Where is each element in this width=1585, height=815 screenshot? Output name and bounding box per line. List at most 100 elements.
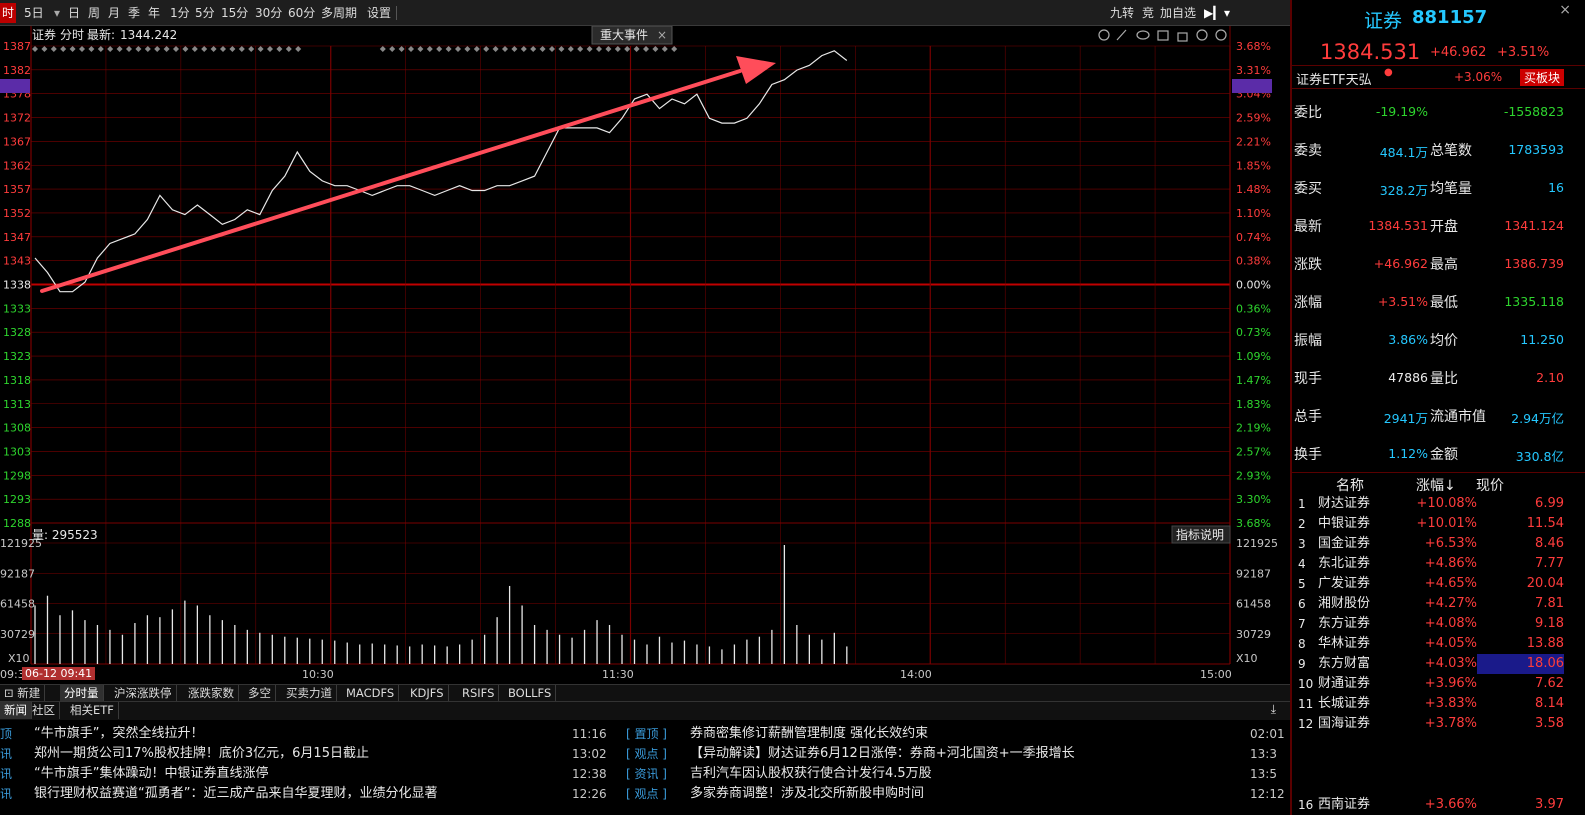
tab-macdfs[interactable]: MACDFS <box>342 685 400 702</box>
tab-related-etf[interactable]: 相关ETF <box>66 702 119 719</box>
volume-tick: 61458 <box>0 598 35 611</box>
intraday-chart[interactable]: 1387138213781372136713621357135213471343… <box>0 26 1290 681</box>
close-icon[interactable]: × <box>1559 2 1571 18</box>
rank-row[interactable]: 7 东方证券 +4.08% 9.18 <box>1292 614 1585 634</box>
tab-buy-sell-power[interactable]: 买卖力道 <box>282 685 337 702</box>
volume-tick: 92187 <box>0 567 35 580</box>
period-1min-button[interactable]: 1分 <box>168 3 192 23</box>
quote-row-value: 2.10 <box>1536 370 1564 385</box>
pct-tick: 3.68% <box>1236 517 1271 530</box>
quote-row-label: 最低 <box>1430 295 1458 311</box>
rank-name: 财达证券 <box>1318 496 1371 511</box>
period-year-button[interactable]: 年 <box>146 3 162 23</box>
rank-price: 20.04 <box>1526 576 1564 591</box>
rank-name: 国海证券 <box>1318 716 1371 731</box>
price-tick: 1298 <box>3 469 31 482</box>
buy-sector-button[interactable]: 买板块 <box>1520 69 1565 86</box>
period-week-button[interactable]: 周 <box>86 3 102 23</box>
price-tick: 1362 <box>3 159 31 172</box>
rank-header-name[interactable]: 名称 <box>1336 475 1364 495</box>
quote-row-value: 1341.124 <box>1504 218 1564 233</box>
pct-tick: 0.74% <box>1236 231 1271 244</box>
tab-rsifs[interactable]: RSIFS <box>458 685 500 702</box>
period-5day-button[interactable]: 5日 <box>22 3 46 23</box>
rank-row[interactable]: 10 财通证券 +3.96% 7.62 <box>1292 674 1585 694</box>
rank-row[interactable]: 3 国金证券 +6.53% 8.46 <box>1292 534 1585 554</box>
rank-row[interactable]: 9 东方财富 +4.03% 18.06 <box>1292 654 1585 674</box>
etf-row: 证券ETF天弘 ● +3.06% 买板块 <box>1292 67 1585 89</box>
rank-row[interactable]: 4 东北证券 +4.86% 7.77 <box>1292 554 1585 574</box>
news-left-item[interactable]: “牛市旗手”，突然全线拉升！ <box>34 724 554 744</box>
rank-price: 7.77 <box>1535 556 1564 571</box>
rank-name: 西南证券 <box>1318 797 1371 812</box>
pct-tick: 3.31% <box>1236 64 1271 77</box>
close-icon[interactable]: × <box>657 28 667 42</box>
tab-community[interactable]: 社区 <box>28 702 60 719</box>
quote-row-label: 委买 <box>1294 181 1322 197</box>
tab-long-short[interactable]: 多空 <box>244 685 276 702</box>
rank-row[interactable]: 11 长城证券 +3.83% 8.14 <box>1292 694 1585 714</box>
rank-pct: +3.66% <box>1424 797 1477 812</box>
toolbar-more-icon[interactable]: ▾ <box>1222 3 1232 23</box>
period-minute-button[interactable]: 时 <box>0 3 17 23</box>
period-quarter-button[interactable]: 季 <box>126 3 142 23</box>
price-tick: 1293 <box>3 493 31 506</box>
quote-row-label: 现手 <box>1294 371 1322 387</box>
rank-row[interactable]: 6 湘财股份 +4.27% 7.81 <box>1292 594 1585 614</box>
tab-advance-decline[interactable]: 涨跌家数 <box>184 685 239 702</box>
rank-header-price[interactable]: 现价 <box>1476 475 1504 495</box>
quote-row-value: 2941万 <box>1383 411 1428 426</box>
indicator-tabs: ⊡ 新建 分时量 沪深涨跌停 涨跌家数 多空 买卖力道 MACDFS KDJFS… <box>0 684 1290 702</box>
tab-kdjfs[interactable]: KDJFS <box>406 685 449 702</box>
add-watchlist-button[interactable]: 加自选 <box>1158 3 1198 23</box>
multi-period-button[interactable]: 多周期 <box>319 3 359 23</box>
tab-limit-up-down[interactable]: 沪深涨跌停 <box>110 685 177 702</box>
rank-price: 8.46 <box>1535 536 1564 551</box>
chevron-down-icon[interactable]: ▾ <box>52 3 62 23</box>
rank-row[interactable]: 5 广发证券 +4.65% 20.04 <box>1292 574 1585 594</box>
news-left-item[interactable]: 银行理财权益赛道“孤勇者”：近三成产品来自华夏理财，业绩分化显著 <box>34 784 554 804</box>
rank-row[interactable]: 16 西南证券 +3.66% 3.97 <box>1292 795 1585 815</box>
auction-button[interactable]: 竞 <box>1140 3 1156 23</box>
quote-row-value: 1335.118 <box>1504 294 1564 309</box>
rank-pct: +6.53% <box>1424 536 1477 551</box>
tab-new[interactable]: ⊡ 新建 <box>0 685 46 702</box>
price-axis: 1387138213781372136713621357135213471343… <box>3 40 31 530</box>
period-day-button[interactable]: 日 <box>66 3 82 23</box>
rank-row[interactable]: 12 国海证券 +3.78% 3.58 <box>1292 714 1585 734</box>
quote-row: 换手 1.12% 金额 330.8亿 <box>1292 438 1585 468</box>
news-left-item[interactable]: “牛市旗手”集体躁动！中银证券直线涨停 <box>34 764 554 784</box>
period-30min-button[interactable]: 30分 <box>253 3 284 23</box>
settings-button[interactable]: 设置 <box>365 3 393 23</box>
rank-row[interactable]: 2 中银证券 +10.01% 11.54 <box>1292 514 1585 534</box>
period-month-button[interactable]: 月 <box>106 3 122 23</box>
quote-row: 涨幅 +3.51% 最低 1335.118 <box>1292 286 1585 316</box>
rank-pct: +4.03% <box>1424 656 1477 671</box>
rank-row[interactable]: 1 财达证券 +10.08% 6.99 <box>1292 494 1585 514</box>
price-tick: 1323 <box>3 350 31 363</box>
rank-header-pct[interactable]: 涨幅↓ <box>1416 475 1456 495</box>
pct-tick: 1.10% <box>1236 207 1271 220</box>
period-60min-button[interactable]: 60分 <box>286 3 317 23</box>
rank-price: 13.88 <box>1526 636 1564 651</box>
news-right-time: 12:12 <box>1250 787 1285 801</box>
period-15min-button[interactable]: 15分 <box>219 3 250 23</box>
news-right-item[interactable]: 吉利汽车因认股权获行使合计发行4.5万股 <box>690 764 1220 784</box>
rank-pct: +3.96% <box>1424 676 1477 691</box>
etf-name[interactable]: 证券ETF天弘 <box>1296 69 1372 88</box>
tab-minute-volume[interactable]: 分时量 <box>60 685 104 702</box>
period-5min-button[interactable]: 5分 <box>193 3 217 23</box>
news-right-item[interactable]: 多家券商调整！涉及北交所新股申购时间 <box>690 784 1220 804</box>
news-right-item[interactable]: 券商密集修订薪酬管理制度 强化长效约束 <box>690 724 1220 744</box>
news-right-tag: [ 观点 ] <box>626 787 667 801</box>
rank-row[interactable]: 8 华林证券 +4.05% 13.88 <box>1292 634 1585 654</box>
app-window: { "toolbar": { "buttons": ["时","5日","日",… <box>0 0 1585 815</box>
rank-no: 10 <box>1298 677 1314 691</box>
news-left-item[interactable]: 郑州一期货公司17%股权挂牌！底价3亿元，6月15日截止 <box>34 744 554 764</box>
news-right-item[interactable]: 【异动解读】财达证券6月12日涨停：券商+河北国资+一季报增长 <box>690 744 1220 764</box>
rank-price: 8.14 <box>1535 696 1564 711</box>
tab-bollfs[interactable]: BOLLFS <box>504 685 557 702</box>
quote-row: 振幅 3.86% 均价 11.250 <box>1292 324 1585 354</box>
download-icon[interactable]: ⤓ <box>1271 702 1276 717</box>
nine-turn-button[interactable]: 九转 <box>1108 3 1136 23</box>
